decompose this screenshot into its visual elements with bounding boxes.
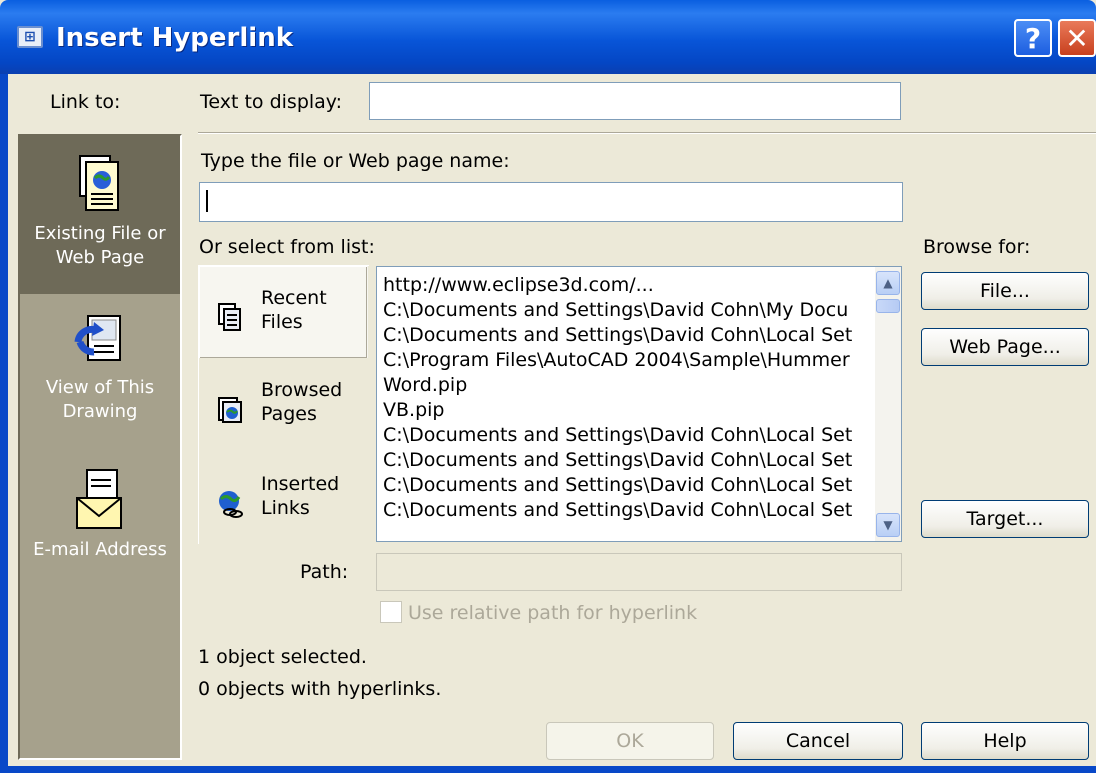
list-item[interactable]: http://www.eclipse3d.com/... [383, 273, 901, 298]
relative-path-checkbox[interactable] [380, 601, 402, 623]
link-to-label-line: Drawing [62, 401, 138, 422]
help-title-button[interactable]: ? [1014, 19, 1052, 57]
envelope-icon [76, 469, 122, 529]
link-to-view-drawing[interactable]: View of This Drawing [20, 312, 180, 452]
window-border [0, 766, 1096, 773]
tab-label-line: Browsed [261, 379, 343, 401]
link-to-label-line: E-mail Address [33, 539, 167, 560]
link-to-label-line: Web Page [55, 247, 145, 268]
scroll-thumb[interactable] [876, 299, 900, 313]
link-to-label: Link to: [50, 91, 121, 113]
tab-label-line: Files [261, 311, 303, 333]
list-item[interactable]: Word.pip [383, 373, 901, 398]
ok-button[interactable]: OK [546, 722, 714, 760]
link-to-bar: Existing File or Web Page View of This D… [18, 134, 182, 760]
link-to-existing-file[interactable]: Existing File or Web Page [20, 136, 180, 294]
cancel-button[interactable]: Cancel [733, 722, 903, 760]
recent-files-icon [218, 303, 241, 331]
list-item[interactable]: C:\Documents and Settings\David Cohn\Loc… [383, 423, 901, 448]
hyperlink-app-icon: ⊞ [17, 26, 43, 48]
recent-files-list[interactable]: http://www.eclipse3d.com/... C:\Document… [376, 266, 902, 542]
tab-label-line: Recent [261, 287, 327, 309]
title-bar[interactable]: ⊞ Insert Hyperlink ? ✕ [0, 0, 1096, 74]
inserted-links-icon [219, 491, 243, 518]
tab-recent-files[interactable]: Recent Files [199, 266, 368, 358]
status-hyperlink-count: 0 objects with hyperlinks. [198, 678, 442, 700]
text-to-display-label: Text to display: [200, 91, 343, 113]
file-name-label: Type the file or Web page name: [201, 150, 510, 172]
link-to-label-line: View of This [45, 377, 155, 398]
link-to-label-line: Existing File or [34, 223, 166, 244]
browse-web-page-button[interactable]: Web Page... [921, 328, 1089, 366]
list-item[interactable]: C:\Documents and Settings\David Cohn\Loc… [383, 473, 901, 498]
select-from-list-label: Or select from list: [199, 236, 375, 258]
separator-line [198, 132, 1096, 134]
browse-for-label: Browse for: [923, 236, 1031, 258]
list-item[interactable]: C:\Documents and Settings\David Cohn\Loc… [383, 323, 901, 348]
tab-label-line: Pages [261, 403, 317, 425]
scroll-down-button[interactable]: ▼ [876, 513, 900, 537]
window-border [0, 74, 8, 773]
link-to-email-address[interactable]: E-mail Address [20, 468, 180, 568]
drawing-view-icon [74, 315, 121, 361]
browsed-pages-icon [218, 397, 242, 423]
tab-label-line: Inserted [261, 473, 340, 495]
scroll-up-button[interactable]: ▲ [876, 271, 900, 295]
file-name-input[interactable] [199, 182, 903, 222]
list-item[interactable]: C:\Documents and Settings\David Cohn\My … [383, 298, 901, 323]
list-item[interactable]: C:\Documents and Settings\David Cohn\Loc… [383, 448, 901, 473]
text-caret [206, 190, 208, 212]
list-source-tabs: Recent Files Browsed Pages Inserted Link… [198, 265, 369, 544]
path-field [376, 553, 902, 591]
close-button[interactable]: ✕ [1058, 19, 1096, 57]
document-globe-icon [79, 155, 119, 211]
tab-label-line: Links [261, 497, 310, 519]
insert-hyperlink-dialog: ⊞ Insert Hyperlink ? ✕ Link to: Existing… [0, 0, 1096, 773]
list-item[interactable]: C:\Documents and Settings\David Cohn\Loc… [383, 498, 901, 523]
status-selected-count: 1 object selected. [198, 646, 367, 668]
relative-path-label: Use relative path for hyperlink [408, 602, 698, 624]
browse-file-button[interactable]: File... [921, 272, 1089, 310]
list-item[interactable]: VB.pip [383, 398, 901, 423]
list-item[interactable]: C:\Program Files\AutoCAD 2004\Sample\Hum… [383, 348, 901, 373]
tab-browsed-pages[interactable]: Browsed Pages [199, 358, 367, 452]
dialog-title: Insert Hyperlink [56, 23, 293, 53]
target-button[interactable]: Target... [921, 500, 1089, 538]
path-label: Path: [300, 561, 349, 583]
tab-inserted-links[interactable]: Inserted Links [199, 452, 367, 544]
help-button[interactable]: Help [921, 722, 1089, 760]
list-scrollbar[interactable]: ▲ ▼ [875, 267, 901, 541]
text-to-display-input[interactable] [369, 82, 901, 120]
